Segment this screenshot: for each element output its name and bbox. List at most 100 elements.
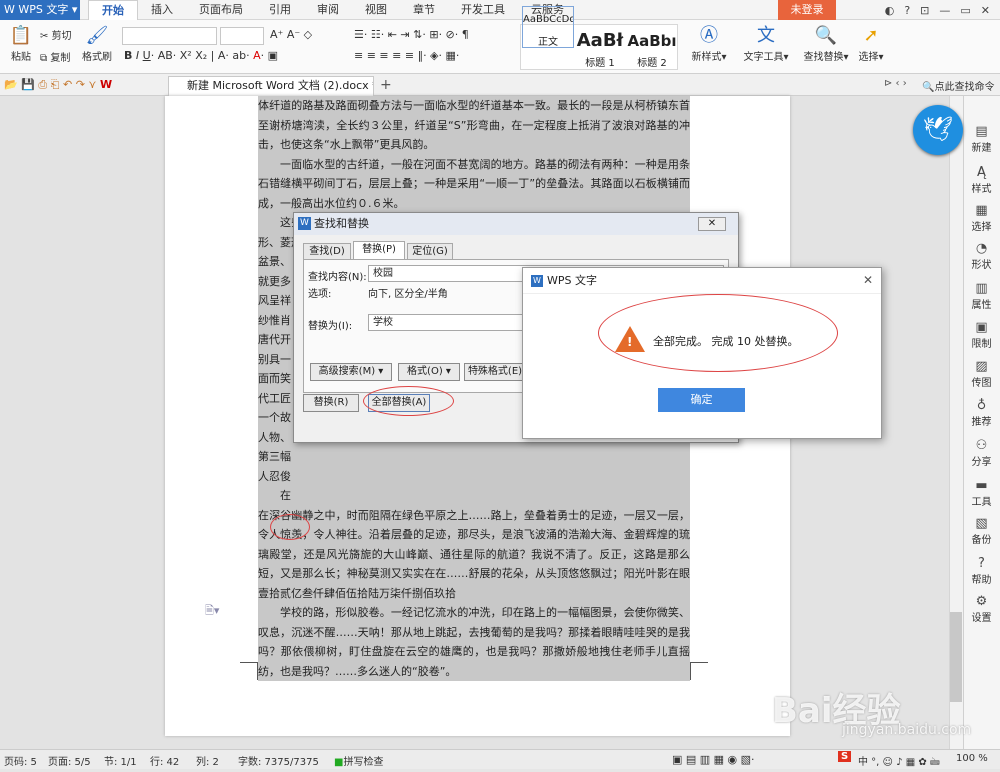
find-replace-button[interactable]: 🔍 查找替换▾	[800, 25, 852, 64]
shape-icon: ◔	[975, 241, 988, 256]
find-replace-icon: 🔍	[814, 25, 838, 46]
style-icon: Ą	[977, 165, 986, 180]
sogou-ime-icon[interactable]: S	[838, 751, 852, 762]
view-mode-icons[interactable]: ▣ ▤ ▥ ▦ ◉ ▧·	[672, 753, 755, 766]
paragraph: 在	[258, 486, 690, 506]
dialog-close-icon[interactable]: ✕	[698, 217, 726, 231]
help-icon[interactable]: ?	[904, 4, 910, 17]
maximize-icon[interactable]: ▭	[960, 4, 970, 17]
document-tab[interactable]: 新建 Microsoft Word 文档 (2).docx * ✕	[168, 76, 374, 96]
minimize-icon[interactable]: —	[939, 4, 950, 17]
font-format-buttons[interactable]: B I U· AB· X² X₂ | A· ab· A· ▣	[124, 49, 278, 62]
wps-logo-icon: W	[4, 3, 19, 16]
image-icon: ▨	[975, 359, 988, 374]
style-normal[interactable]: AaBbCcDd 正文	[522, 6, 574, 48]
brush-icon: 🖌	[85, 25, 109, 46]
app-menu-button[interactable]: W WPS 文字 ▾	[0, 0, 80, 20]
paragraph-list-buttons[interactable]: ☰· ☷· ⇤ ⇥ ⇅· ⊞· ⊘· ¶	[354, 28, 469, 41]
panel-tools[interactable]: ▬ 工具	[963, 478, 1000, 508]
special-format-button[interactable]: 特殊格式(E)	[464, 363, 526, 381]
tab-replace[interactable]: 替换(P)	[353, 241, 405, 260]
tab-review[interactable]: 审阅	[304, 0, 352, 20]
style-heading-2[interactable]: AaBbı 标题 2	[626, 28, 678, 70]
text-tools-button[interactable]: 文文字工具▾	[740, 25, 792, 64]
paragraph: 体纤道的路基及路面砌叠方法与一面临水型的纤道基本一致。最长的一段是从柯桥镇东首至…	[258, 96, 690, 155]
dialog-close-icon[interactable]: ✕	[863, 273, 873, 287]
select-icon: ▦	[975, 203, 988, 218]
format-dropdown-button[interactable]: 格式(O) ▾	[398, 363, 460, 381]
close-icon[interactable]: ✕	[981, 4, 990, 17]
new-style-icon: Ⓐ	[700, 25, 718, 46]
wps-logo-icon: W	[531, 275, 543, 287]
panel-properties[interactable]: ▥ 属性	[963, 281, 1000, 311]
panel-backup[interactable]: ▧ 备份	[963, 516, 1000, 546]
status-pages: 页面: 5/5	[48, 757, 91, 768]
text-tools-icon: 文	[757, 25, 775, 46]
tab-home[interactable]: 开始	[88, 0, 138, 20]
last-line: 壹拾贰亿叁仟肆佰伍拾陆万柒仟捌佰玖拾	[258, 586, 462, 602]
tab-page-layout[interactable]: 页面布局	[186, 0, 256, 20]
paragraph: 人忍俊	[258, 466, 690, 486]
advanced-search-button[interactable]: 高级搜索(M) ▾	[310, 363, 392, 381]
quick-access-icons[interactable]: 📂 💾 ⎙ ⎗ ↶ ↷ ⋎ W	[4, 78, 112, 92]
paste-icon: 📋	[9, 25, 33, 46]
format-painter-button[interactable]: 🖌 格式刷	[82, 25, 112, 64]
restore-icon[interactable]: ⊡	[920, 4, 929, 17]
select-button[interactable]: ➚ 选择▾	[854, 26, 888, 64]
style-heading-1[interactable]: AaBł 标题 1	[574, 28, 626, 70]
new-style-button[interactable]: Ⓐ 新样式▾	[686, 25, 732, 64]
tab-developer[interactable]: 开发工具	[448, 0, 518, 20]
highlight-ellipse	[598, 294, 838, 372]
panel-new[interactable]: ▤ 新建	[963, 124, 1000, 154]
cut-button[interactable]: ✂ 剪切	[40, 27, 72, 42]
dialog-title-bar: WPS 文字	[523, 268, 881, 294]
paste-options-icon[interactable]: 🗎▾	[205, 602, 219, 621]
ok-button[interactable]: 确定	[658, 388, 745, 412]
status-row: 行: 42	[150, 757, 180, 768]
panel-shapes[interactable]: ◔ 形状	[963, 241, 1000, 271]
panel-styles[interactable]: Ą 样式	[963, 165, 1000, 195]
font-name-combo[interactable]	[122, 27, 217, 45]
status-word-count[interactable]: 字数: 7375/7375	[238, 753, 319, 768]
replace-label: 替换为(I):	[308, 321, 353, 332]
paragraph: 一面临水型的古纤道，一般在河面不甚宽阔的地方。路基的砌法有两种：一种是用条石错缝…	[258, 154, 690, 213]
tab-goto[interactable]: 定位(G)	[407, 243, 453, 260]
gear-icon: ⚙	[975, 594, 988, 609]
panel-recommend[interactable]: ♁ 推荐	[963, 398, 1000, 428]
ime-toolbar-icons[interactable]: 中 °, ☺ ♪ ▦ ✿ 🖮	[858, 753, 940, 772]
paragraph-align-buttons[interactable]: ≡ ≡ ≡ ≡ ≡ ‖· ◈· ▦·	[354, 49, 459, 62]
panel-share[interactable]: ⚇ 分享	[963, 438, 1000, 468]
skin-icon[interactable]: ◐	[885, 4, 895, 17]
font-grow-shrink-buttons[interactable]: A⁺ A⁻ ◇	[270, 28, 312, 41]
new-tab-icon[interactable]: +	[380, 77, 392, 93]
paragraph: 第三幅	[258, 447, 690, 467]
wps-assistant-bird-icon[interactable]: 🕊	[913, 105, 963, 155]
dialog-title-bar: 查找和替换	[294, 213, 738, 235]
status-bar: 页码: 5 页面: 5/5 节: 1/1 行: 42 列: 2 字数: 7375…	[0, 749, 1000, 769]
tab-nav-icons[interactable]: ⊳ ‹ ›	[884, 78, 907, 89]
quick-access-bar	[0, 74, 1000, 96]
panel-help[interactable]: ? 帮助	[963, 556, 1000, 586]
tab-find[interactable]: 查找(D)	[303, 243, 351, 260]
copy-icon: ⧉	[40, 53, 51, 64]
status-spell-check[interactable]: ■拼写检查	[334, 753, 383, 768]
replace-button[interactable]: 替换(R)	[303, 394, 359, 412]
paste-button[interactable]: 📋 粘贴	[6, 25, 36, 64]
tab-view[interactable]: 视图	[352, 0, 400, 20]
status-col: 列: 2	[196, 757, 219, 768]
command-search[interactable]: 🔍点此查找命令	[922, 78, 994, 93]
panel-select[interactable]: ▦ 选择	[963, 203, 1000, 233]
scrollbar-thumb[interactable]	[950, 612, 962, 702]
tab-chapter[interactable]: 章节	[400, 0, 448, 20]
zoom-level[interactable]: 100 %	[956, 753, 988, 764]
page-corner-mark	[690, 662, 708, 680]
copy-button[interactable]: ⧉ 复制	[40, 49, 70, 64]
login-button[interactable]: 未登录	[778, 0, 836, 20]
tab-insert[interactable]: 插入	[138, 0, 186, 20]
font-size-combo[interactable]	[220, 27, 264, 45]
panel-settings[interactable]: ⚙ 设置	[963, 594, 1000, 624]
panel-restrict[interactable]: ▣ 限制	[963, 320, 1000, 350]
tab-references[interactable]: 引用	[256, 0, 304, 20]
scissors-icon: ✂	[40, 31, 52, 42]
panel-upload-image[interactable]: ▨ 传图	[963, 359, 1000, 389]
